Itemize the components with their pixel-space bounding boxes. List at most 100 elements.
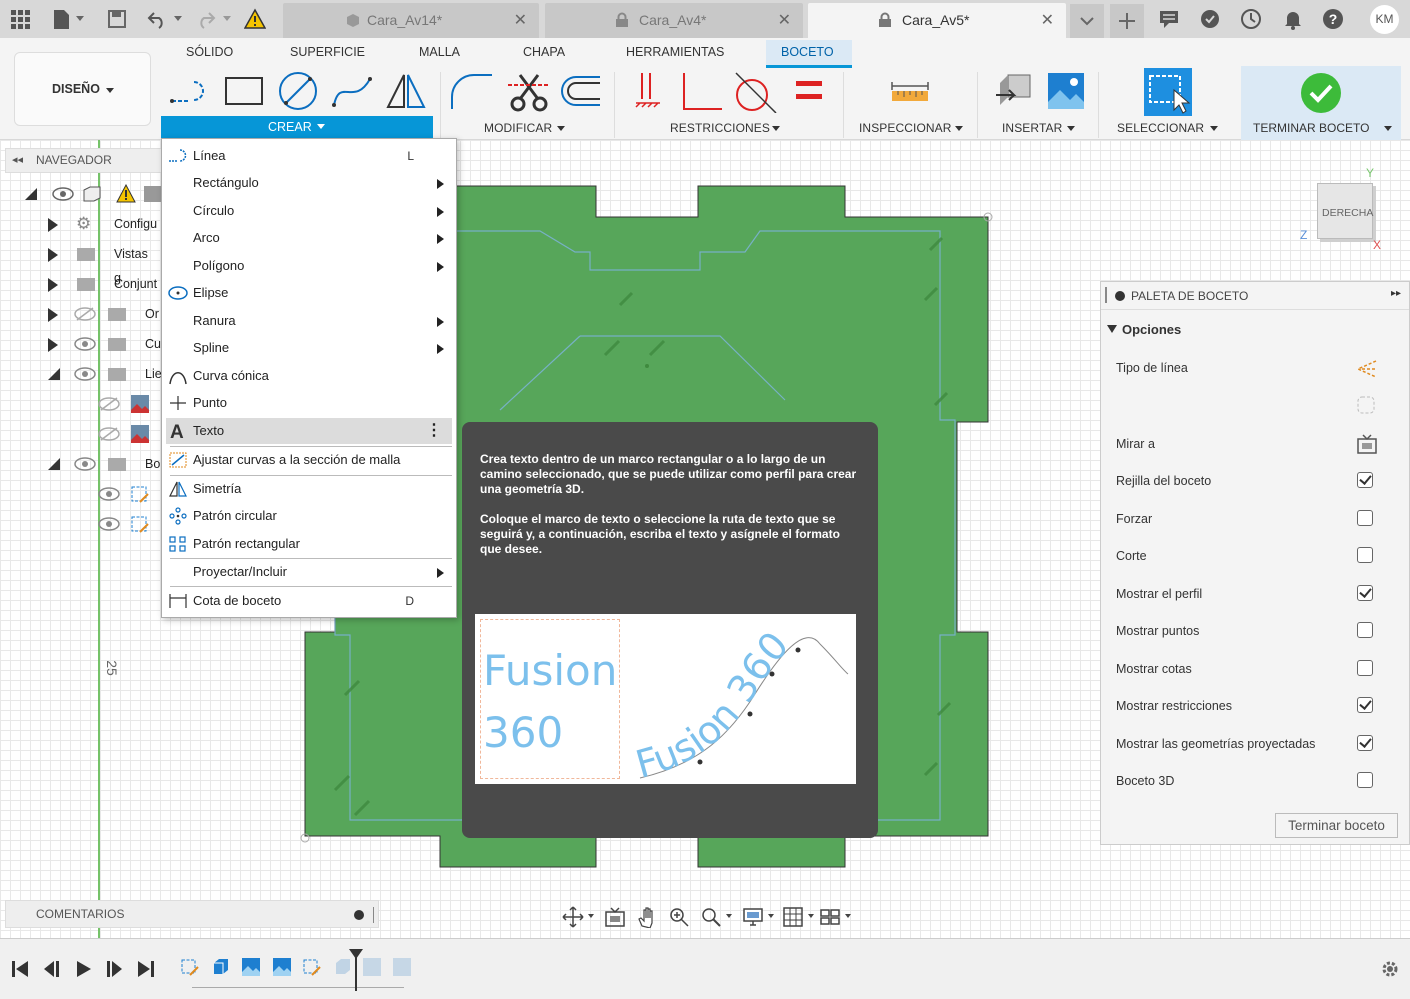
orbit-icon[interactable]: [562, 906, 584, 928]
ribbon-tab-superficie[interactable]: SUPERFICIE: [290, 45, 365, 59]
timeline-canvas-feature-icon[interactable]: [362, 957, 382, 977]
job-status-icon[interactable]: [1199, 8, 1221, 30]
expand-toggle-icon[interactable]: [48, 248, 58, 262]
expand-toggle-icon[interactable]: [48, 458, 60, 470]
warning-icon[interactable]: [244, 8, 266, 30]
insert-group-label[interactable]: INSERTAR: [1002, 121, 1062, 135]
select-dropdown-icon[interactable]: [1210, 126, 1218, 131]
menu-item-project-include[interactable]: Proyectar/Incluir: [166, 559, 452, 585]
show-projected-geometry-checkbox[interactable]: [1357, 735, 1373, 751]
grid-dropdown-icon[interactable]: [808, 914, 814, 918]
look-at-icon[interactable]: [1356, 433, 1378, 455]
go-to-start-icon[interactable]: [10, 959, 30, 979]
undo-dropdown-icon[interactable]: [174, 16, 182, 21]
expand-toggle-icon[interactable]: [25, 188, 37, 200]
expand-toggle-icon[interactable]: [48, 338, 58, 352]
menu-item-circular-pattern[interactable]: Patrón circular: [166, 503, 452, 529]
trim-scissors-icon[interactable]: [506, 71, 552, 113]
close-tab-icon[interactable]: ✕: [514, 3, 527, 38]
redo-icon[interactable]: [195, 8, 217, 30]
timeline-canvas-feature-icon[interactable]: [241, 957, 261, 977]
look-at-face-icon[interactable]: [604, 906, 626, 928]
tab-cara-av5[interactable]: Cara_Av5* ✕: [808, 3, 1066, 38]
tab-cara-av4[interactable]: Cara_Av4* ✕: [545, 3, 803, 38]
create-group-button[interactable]: CREAR: [161, 116, 433, 138]
expand-toggle-icon[interactable]: [48, 368, 60, 380]
grid-settings-icon[interactable]: [782, 906, 804, 928]
comments-icon[interactable]: [1158, 8, 1180, 30]
pan-hand-icon[interactable]: [636, 906, 658, 928]
zoom-window-icon[interactable]: [700, 906, 722, 928]
palette-header[interactable]: PALETA DE BOCETO ▸▸: [1101, 282, 1409, 310]
3d-sketch-checkbox[interactable]: [1357, 772, 1373, 788]
show-constraints-checkbox[interactable]: [1357, 697, 1373, 713]
collapse-navigator-icon[interactable]: ◂◂: [12, 149, 23, 172]
offset-tool-icon[interactable]: [558, 73, 604, 109]
file-icon[interactable]: [50, 8, 72, 30]
line-tool-icon[interactable]: [168, 73, 212, 109]
insert-dropdown-icon[interactable]: [1067, 126, 1075, 131]
eye-hidden-icon[interactable]: [74, 307, 96, 321]
go-to-end-icon[interactable]: [136, 959, 156, 979]
apps-grid-icon[interactable]: [9, 8, 31, 30]
timeline-sketch-feature-icon[interactable]: [180, 957, 200, 977]
menu-item-spline[interactable]: Spline: [166, 335, 452, 361]
spline-tool-icon[interactable]: [330, 73, 374, 109]
navigator-header[interactable]: ◂◂ NAVEGADOR: [5, 148, 165, 173]
insert-canvas-image-icon[interactable]: [1047, 72, 1085, 110]
finish-sketch-palette-button[interactable]: Terminar boceto: [1275, 813, 1398, 838]
timeline-canvas-feature-icon[interactable]: [272, 957, 292, 977]
circle-tool-icon[interactable]: [276, 71, 320, 111]
palette-pin-icon[interactable]: [1115, 291, 1125, 301]
menu-item-mirror[interactable]: Simetría: [166, 476, 452, 502]
timeline-settings-gear-icon[interactable]: [1380, 959, 1400, 979]
menu-item-polygon[interactable]: Polígono: [166, 253, 452, 279]
zoom-icon[interactable]: [668, 906, 690, 928]
menu-item-fit-curves-mesh[interactable]: Ajustar curvas a la sección de malla: [166, 447, 452, 473]
display-settings-icon[interactable]: [742, 906, 764, 928]
select-group-label[interactable]: SELECCIONAR: [1117, 121, 1204, 135]
menu-item-arc[interactable]: Arco: [166, 225, 452, 251]
expand-palette-icon[interactable]: ▸▸: [1391, 288, 1401, 299]
tangent-constraint-icon[interactable]: [732, 71, 778, 113]
centerline-icon[interactable]: [1356, 395, 1376, 415]
clock-icon[interactable]: [1240, 8, 1262, 30]
timeline-canvas-feature-icon[interactable]: [392, 957, 412, 977]
expand-toggle-icon[interactable]: [48, 278, 58, 292]
rectangle-tool-icon[interactable]: [222, 73, 266, 109]
fillet-tool-icon[interactable]: [448, 71, 494, 111]
menu-item-rectangular-pattern[interactable]: Patrón rectangular: [166, 531, 452, 557]
menu-item-slot[interactable]: Ranura: [166, 308, 452, 334]
tab-cara-av14[interactable]: Cara_Av14* ✕: [283, 3, 539, 38]
eye-hidden-icon[interactable]: [98, 427, 120, 441]
modify-dropdown-icon[interactable]: [557, 126, 565, 131]
menu-item-ellipse[interactable]: Elipse: [166, 280, 452, 306]
timeline-sketch-feature-icon[interactable]: [332, 957, 352, 977]
eye-visibility-icon[interactable]: [74, 457, 96, 471]
help-icon[interactable]: ?: [1322, 8, 1344, 30]
ribbon-tab-herramientas[interactable]: HERRAMIENTAS: [626, 45, 724, 59]
menu-item-sketch-dimension[interactable]: Cota de boceto D: [166, 588, 452, 614]
timeline-extrude-feature-icon[interactable]: [210, 957, 230, 977]
eye-hidden-icon[interactable]: [98, 397, 120, 411]
viewports-icon[interactable]: [819, 906, 841, 928]
constraints-dropdown-icon[interactable]: [772, 126, 780, 131]
more-options-icon[interactable]: ⋮: [426, 418, 442, 444]
tree-root-row[interactable]: [20, 182, 165, 206]
show-dimensions-checkbox[interactable]: [1357, 660, 1373, 676]
insert-derive-icon[interactable]: [994, 73, 1034, 111]
user-avatar[interactable]: KM: [1370, 5, 1399, 34]
play-icon[interactable]: [74, 959, 94, 979]
panel-grip-icon[interactable]: [373, 907, 375, 923]
ribbon-tab-malla[interactable]: MALLA: [419, 45, 460, 59]
slice-checkbox[interactable]: [1357, 547, 1373, 563]
mirror-tool-icon[interactable]: [384, 71, 428, 111]
display-dropdown-icon[interactable]: [768, 914, 774, 918]
file-dropdown-icon[interactable]: [76, 16, 84, 21]
modify-group-label[interactable]: MODIFICAR: [484, 121, 552, 135]
eye-visibility-icon[interactable]: [74, 367, 96, 381]
menu-item-text[interactable]: A Texto ⋮: [166, 418, 452, 444]
menu-item-rectangle[interactable]: Rectángulo: [166, 170, 452, 196]
show-profile-checkbox[interactable]: [1357, 585, 1373, 601]
comments-panel[interactable]: COMENTARIOS: [5, 900, 379, 928]
